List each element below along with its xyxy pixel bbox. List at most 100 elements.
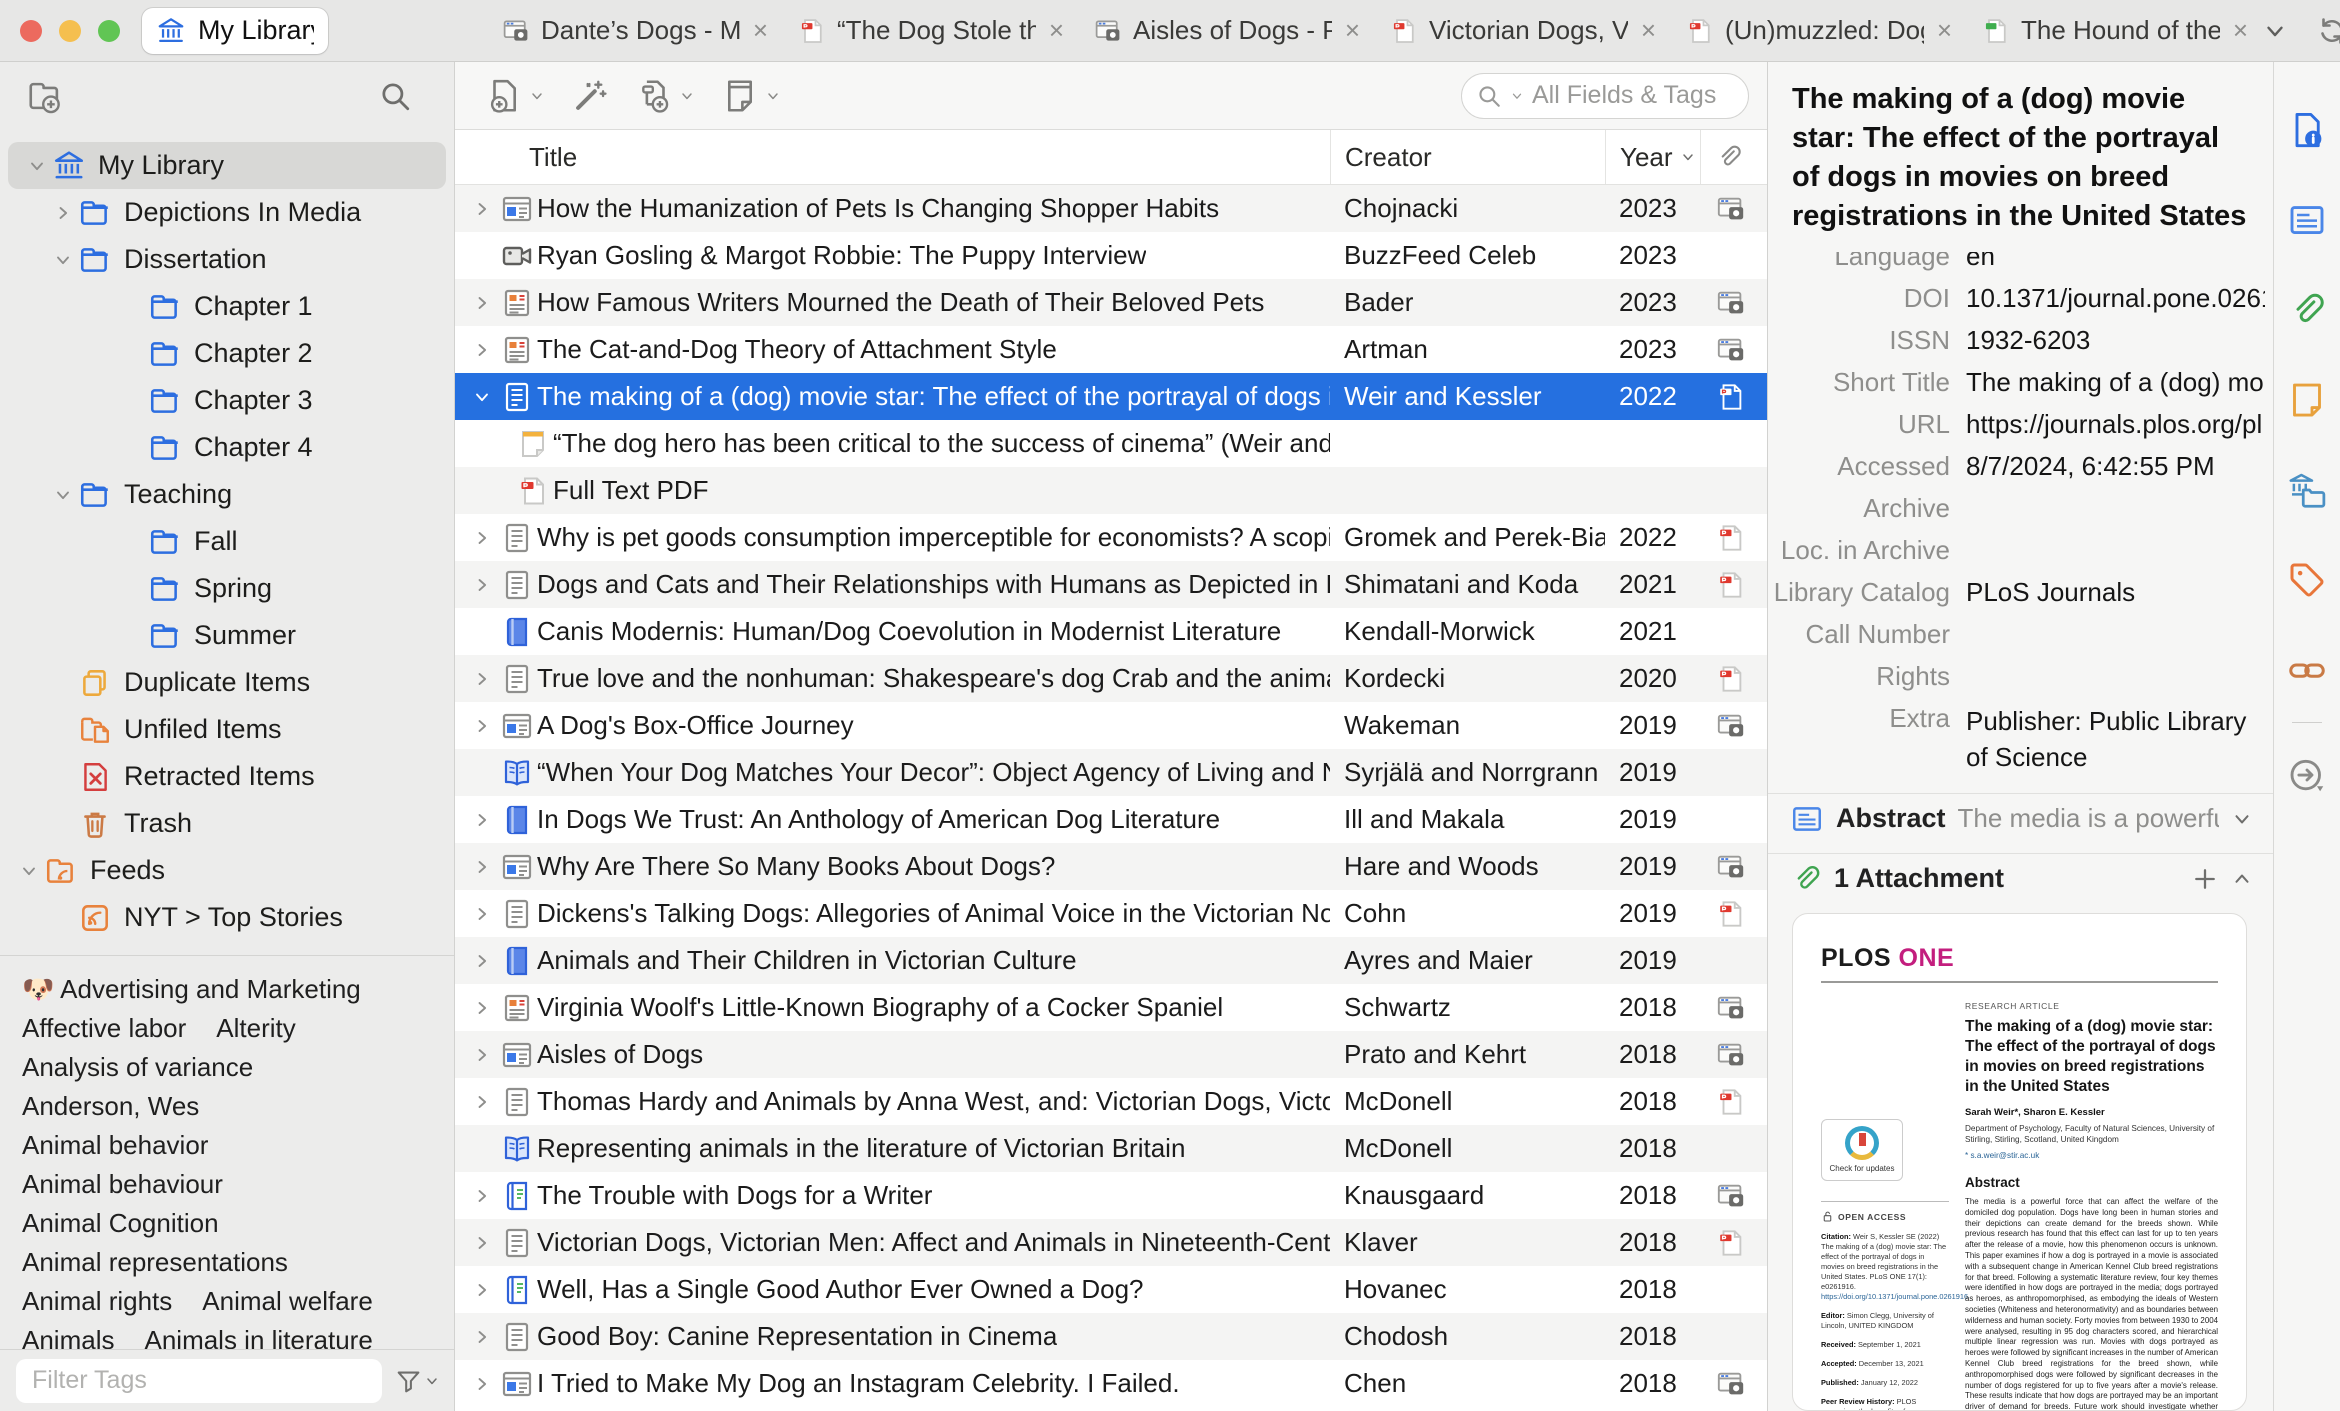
minimize-window-button[interactable] xyxy=(59,19,81,42)
column-header-attachment[interactable] xyxy=(1700,130,1767,184)
tag-selector-item[interactable]: Analysis of variance xyxy=(22,1050,253,1085)
sidebar-item-dissertation[interactable]: Dissertation xyxy=(0,236,454,283)
libraries-collections-icon[interactable] xyxy=(2287,470,2327,510)
chevron-down-icon[interactable] xyxy=(48,250,78,270)
field-value[interactable]: 8/7/2024, 6:42:55 PM xyxy=(1950,775,2265,783)
tag-selector-item[interactable]: Animal Cognition xyxy=(22,1206,219,1241)
sidebar-item-nyt-top-stories[interactable]: NYT > Top Stories xyxy=(0,894,454,941)
close-tab-icon[interactable]: × xyxy=(1639,15,1658,46)
chevron-right-icon[interactable] xyxy=(467,669,497,689)
filter-tags-input[interactable] xyxy=(16,1358,382,1403)
chevron-right-icon[interactable] xyxy=(467,904,497,924)
reader-tab[interactable]: Victorian Dogs, Victo × xyxy=(1374,0,1670,62)
new-item-button[interactable] xyxy=(479,71,551,121)
item-row[interactable]: Animals and Their Children in Victorian … xyxy=(455,937,1767,984)
item-row[interactable]: How Famous Writers Mourned the Death of … xyxy=(455,279,1767,326)
item-info-icon[interactable] xyxy=(2287,110,2327,150)
item-row[interactable]: The making of a (dog) movie star: The ef… xyxy=(455,373,1767,420)
field-value[interactable] xyxy=(1950,614,2265,619)
column-header-creator[interactable]: Creator xyxy=(1330,130,1605,184)
tag-selector-item[interactable]: Animals xyxy=(22,1323,114,1349)
reader-tab[interactable]: Dante’s Dogs - Mang × xyxy=(486,0,782,62)
item-row[interactable]: Ryan Gosling & Margot Robbie: The Puppy … xyxy=(455,232,1767,279)
close-tab-icon[interactable]: × xyxy=(751,15,770,46)
reader-tab[interactable]: “The Dog Stole the P × xyxy=(782,0,1078,62)
chevron-right-icon[interactable] xyxy=(467,1092,497,1112)
collection-search-icon[interactable] xyxy=(378,79,412,113)
chevron-right-icon[interactable] xyxy=(467,1233,497,1253)
item-row[interactable]: True love and the nonhuman: Shakespeare'… xyxy=(455,655,1767,702)
sidebar-item-chapter-4[interactable]: Chapter 4 xyxy=(0,424,454,471)
chevron-right-icon[interactable] xyxy=(467,1186,497,1206)
item-row[interactable]: Why is pet goods consumption imperceptib… xyxy=(455,514,1767,561)
abstract-note-icon[interactable] xyxy=(2287,200,2327,240)
chevron-right-icon[interactable] xyxy=(467,528,497,548)
tag-selector-item[interactable]: Animal behaviour xyxy=(22,1167,223,1202)
sidebar-item-chapter-3[interactable]: Chapter 3 xyxy=(0,377,454,424)
field-value[interactable] xyxy=(1950,656,2265,661)
field-value[interactable]: 1932-6203 xyxy=(1950,320,2265,356)
chevron-down-icon[interactable] xyxy=(467,387,497,407)
chevron-up-icon[interactable] xyxy=(2231,868,2253,890)
item-row[interactable]: “When Your Dog Matches Your Decor”: Obje… xyxy=(455,749,1767,796)
add-attachment-button[interactable] xyxy=(629,71,701,121)
chevron-right-icon[interactable] xyxy=(467,1374,497,1394)
tab-list-chevron-icon[interactable] xyxy=(2262,18,2288,44)
chevron-right-icon[interactable] xyxy=(467,575,497,595)
search-field[interactable]: All Fields & Tags xyxy=(1461,72,1749,119)
attachments-icon[interactable] xyxy=(2287,290,2327,330)
tag-selector-item[interactable]: 🐶 Advertising and Marketing xyxy=(22,972,361,1007)
notes-icon[interactable] xyxy=(2287,380,2327,420)
close-tab-icon[interactable]: × xyxy=(2231,15,2250,46)
chevron-down-icon[interactable] xyxy=(2231,808,2253,830)
close-window-button[interactable] xyxy=(20,19,42,42)
sync-icon[interactable] xyxy=(2316,15,2340,47)
field-value[interactable]: PLoS Journals xyxy=(1950,572,2265,608)
field-value[interactable]: en xyxy=(1950,252,2265,272)
sidebar-item-duplicate-items[interactable]: Duplicate Items xyxy=(0,659,454,706)
tab-my-library[interactable]: My Library xyxy=(142,7,328,54)
item-row[interactable]: Virginia Woolf's Little-Known Biography … xyxy=(455,984,1767,1031)
item-child-row[interactable]: “The dog hero has been critical to the s… xyxy=(455,420,1767,467)
close-tab-icon[interactable]: × xyxy=(1047,15,1066,46)
add-attachment-plus-icon[interactable] xyxy=(2191,865,2219,893)
item-child-row[interactable]: Full Text PDF xyxy=(455,467,1767,514)
chevron-right-icon[interactable] xyxy=(467,857,497,877)
chevron-down-icon[interactable] xyxy=(22,156,52,176)
chevron-right-icon[interactable] xyxy=(467,1280,497,1300)
chevron-right-icon[interactable] xyxy=(467,951,497,971)
field-value[interactable] xyxy=(1950,530,2265,535)
sidebar-item-teaching[interactable]: Teaching xyxy=(0,471,454,518)
item-row[interactable]: The Cat-and-Dog Theory of Attachment Sty… xyxy=(455,326,1767,373)
tag-selector-item[interactable]: Affective labor xyxy=(22,1011,186,1046)
field-value[interactable]: https://journals.plos.org/pl … xyxy=(1950,404,2265,440)
tag-filter-funnel-icon[interactable] xyxy=(394,1366,440,1396)
item-row[interactable]: Well, Has a Single Good Author Ever Owne… xyxy=(455,1266,1767,1313)
chevron-right-icon[interactable] xyxy=(467,716,497,736)
add-by-identifier-button[interactable] xyxy=(565,71,615,121)
sidebar-item-depictions-in-media[interactable]: Depictions In Media xyxy=(0,189,454,236)
tag-selector-item[interactable]: Anderson, Wes xyxy=(22,1089,199,1124)
item-row[interactable]: Dogs and Cats and Their Relationships wi… xyxy=(455,561,1767,608)
item-row[interactable]: Dickens's Talking Dogs: Allegories of An… xyxy=(455,890,1767,937)
chevron-right-icon[interactable] xyxy=(48,203,78,223)
attachment-preview-card[interactable]: PLOS ONE Check for updates OPEN ACCESS C… xyxy=(1792,913,2247,1411)
item-row[interactable]: How the Humanization of Pets Is Changing… xyxy=(455,185,1767,232)
tag-selector-item[interactable]: Alterity xyxy=(216,1011,295,1046)
field-value[interactable]: The making of a (dog) mo … xyxy=(1950,362,2265,398)
attachments-section-header[interactable]: 1 Attachment xyxy=(1768,854,2273,903)
tag-selector-item[interactable]: Animals in literature xyxy=(144,1323,372,1349)
sidebar-item-my-library[interactable]: My Library xyxy=(8,142,446,189)
chevron-right-icon[interactable] xyxy=(467,1045,497,1065)
item-row[interactable]: The Trouble with Dogs for a Writer Knausg… xyxy=(455,1172,1767,1219)
field-value[interactable]: Publisher: Public Library of Science xyxy=(1950,698,2265,775)
item-row[interactable]: A Dog's Box-Office Journey Wakeman 2019 xyxy=(455,702,1767,749)
sidebar-item-chapter-2[interactable]: Chapter 2 xyxy=(0,330,454,377)
related-icon[interactable] xyxy=(2287,650,2327,690)
tag-selector-item[interactable]: Animal welfare xyxy=(202,1284,373,1319)
item-row[interactable]: Aisles of Dogs Prato and Kehrt 2018 xyxy=(455,1031,1767,1078)
item-row[interactable]: Canis Modernis: Human/Dog Coevolution in… xyxy=(455,608,1767,655)
sidebar-item-chapter-1[interactable]: Chapter 1 xyxy=(0,283,454,330)
reader-tab[interactable]: (Un)muzzled: Dogs i × xyxy=(1670,0,1966,62)
sidebar-item-spring[interactable]: Spring xyxy=(0,565,454,612)
